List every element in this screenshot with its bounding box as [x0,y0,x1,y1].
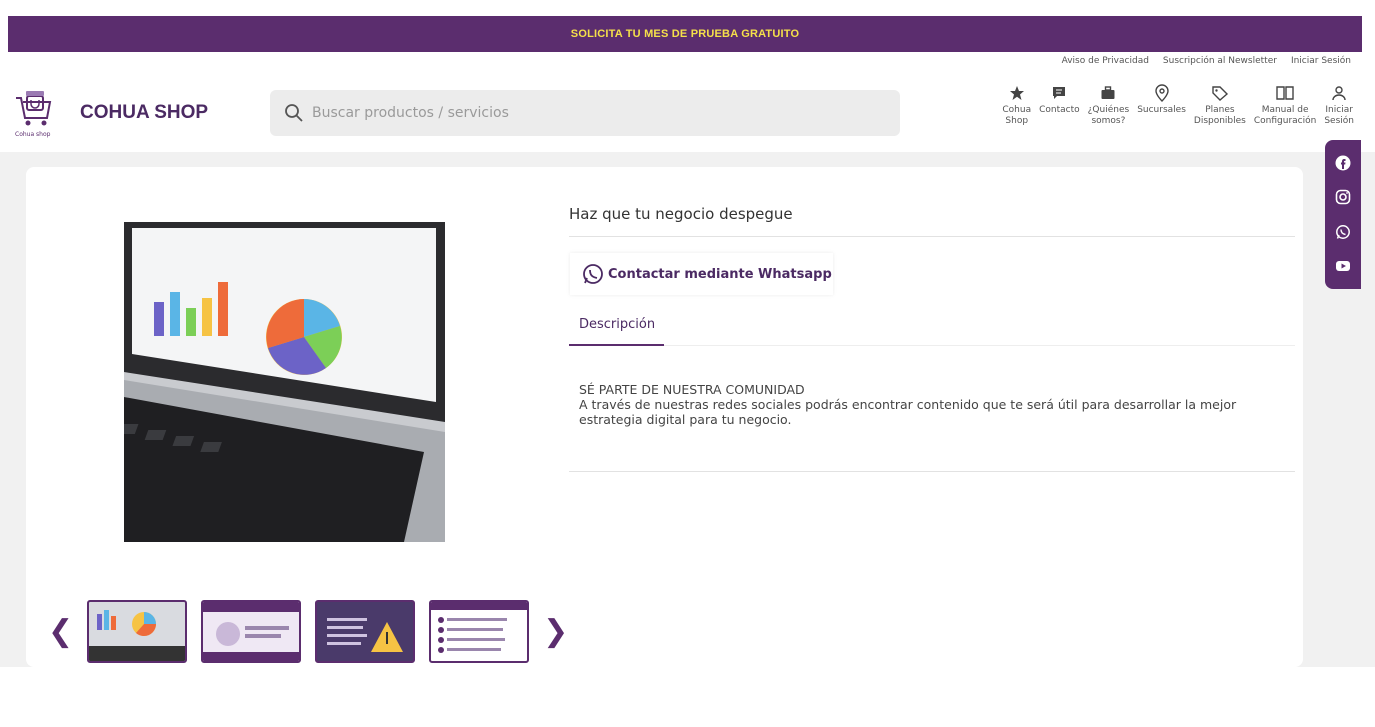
search-input[interactable] [312,105,872,121]
privacy-link[interactable]: Aviso de Privacidad [1062,56,1149,66]
laptop-chart-photo [124,222,445,542]
divider [569,236,1295,237]
tab-descripcion[interactable]: Descripción [579,317,655,332]
cart-logo-icon: Cohua shop [15,91,52,138]
carousel-next-arrow[interactable]: ❯ [543,616,568,647]
thumbnail-3[interactable] [315,600,416,663]
nav-label: Planes [1205,105,1235,115]
nav-label: Shop [1005,116,1029,126]
description-heading: SÉ PARTE DE NUESTRA COMUNIDAD [579,382,805,397]
nav-label: Sesión [1324,116,1354,126]
thumbnail-1[interactable] [87,600,188,663]
whatsapp-icon [583,264,603,284]
promo-banner[interactable]: SOLICITA TU MES DE PRUEBA GRATUITO [8,16,1362,52]
promo-text[interactable]: SOLICITA TU MES DE PRUEBA GRATUITO [571,28,799,40]
nav-manual[interactable]: Manual de Configuración [1254,84,1316,127]
newsletter-link[interactable]: Suscripción al Newsletter [1163,56,1277,66]
logo[interactable]: Cohua shop [12,88,62,148]
user-icon [1332,86,1346,101]
nav-label: somos? [1091,116,1126,126]
nav-label: Sucursales [1137,105,1186,115]
tab-divider [664,345,1295,346]
location-pin-icon [1154,84,1169,102]
nav-label: Iniciar [1325,105,1353,115]
nav-iniciar-sesion[interactable]: Iniciar Sesión [1324,84,1354,127]
social-sidebar [1325,140,1361,289]
main-nav: Cohua Shop Contacto ¿Quiénes somos? Sucu… [1002,84,1354,127]
logo-caption: Cohua shop [15,131,51,138]
nav-label: Cohua [1002,105,1032,115]
search-bar[interactable] [270,90,900,136]
carousel-prev-arrow[interactable]: ❮ [48,616,73,647]
description-text: A través de nuestras redes sociales podr… [579,397,1237,427]
divider [569,471,1295,472]
nav-label: ¿Quiénes [1087,105,1130,115]
whatsapp-label: Contactar mediante Whatsapp [608,266,832,282]
nav-label: Disponibles [1193,116,1246,126]
facebook-icon[interactable] [1334,154,1352,172]
login-link[interactable]: Iniciar Sesión [1291,56,1351,66]
product-description: SÉ PARTE DE NUESTRA COMUNIDAD A través d… [579,382,1279,427]
book-icon [1276,86,1294,100]
tag-icon [1212,86,1228,101]
nav-planes[interactable]: Planes Disponibles [1194,84,1246,127]
product-title: Haz que tu negocio despegue [569,205,793,223]
top-links: Aviso de Privacidad Suscripción al Newsl… [1062,56,1351,66]
product-main-image[interactable] [124,222,445,542]
nav-sucursales[interactable]: Sucursales [1137,84,1186,127]
nav-cohua-shop[interactable]: Cohua Shop [1002,84,1031,127]
active-tab-indicator [569,344,664,346]
brand-name[interactable]: COHUA SHOP [80,102,208,124]
instagram-icon[interactable] [1334,188,1352,206]
whatsapp-social-icon[interactable] [1334,223,1352,241]
thumbnail-2[interactable] [201,600,302,663]
nav-label: Manual de [1261,105,1309,115]
nav-contacto[interactable]: Contacto [1039,84,1080,127]
thumbnail-carousel: ❮ ❯ [48,600,568,663]
briefcase-icon [1101,86,1115,99]
star-icon [1009,86,1024,100]
nav-label: Configuración [1253,116,1317,126]
chat-icon [1053,87,1066,99]
whatsapp-contact-button[interactable]: Contactar mediante Whatsapp [570,253,833,295]
youtube-icon[interactable] [1334,257,1352,275]
nav-quienes-somos[interactable]: ¿Quiénes somos? [1087,84,1130,127]
nav-label: Contacto [1039,105,1080,115]
header: Cohua shop COHUA SHOP Cohua Shop Contact… [8,74,1362,152]
search-icon [285,104,303,122]
thumbnail-4[interactable] [429,600,530,663]
